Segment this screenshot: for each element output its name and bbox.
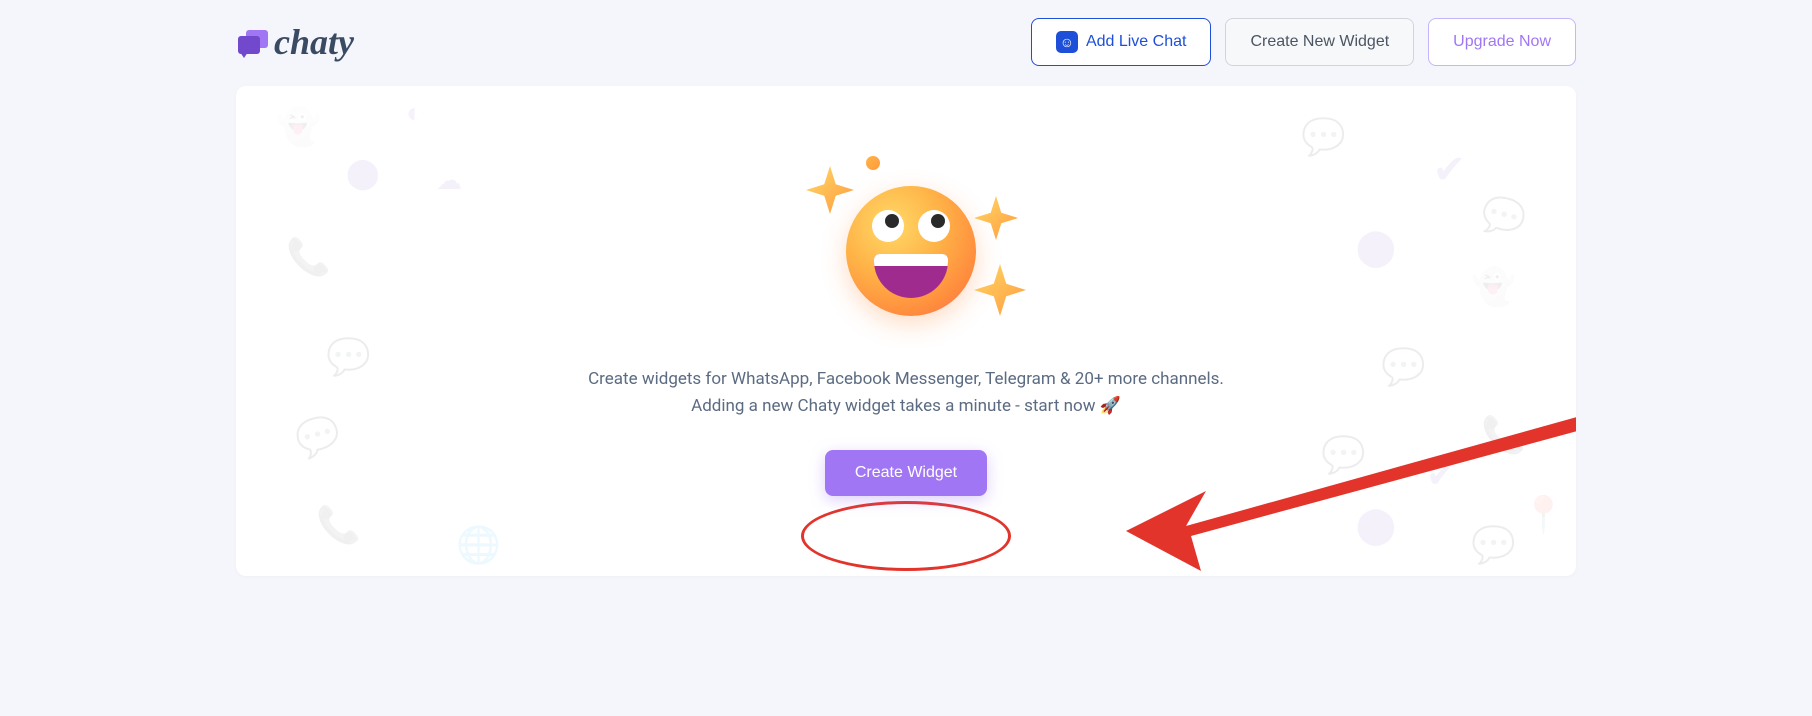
add-live-chat-button[interactable]: Add Live Chat [1031,18,1212,66]
header-buttons: Add Live Chat Create New Widget Upgrade … [1031,18,1576,66]
bg-icon: ◐ [406,96,423,129]
sparkle-icon [974,264,1026,316]
logo-text: chaty [274,21,354,63]
main-card: 👻 ◐ ⬤ ☁ 📞 💬 💬 📞 🌐 💬 ✔ 💬 ⬤ 👻 💬 📞 ✔ 💬 ⬤ 💬 … [236,86,1576,576]
bg-icon: 📍 [1521,494,1566,536]
dot-icon [866,156,880,170]
upgrade-now-button[interactable]: Upgrade Now [1428,18,1576,66]
upgrade-now-label: Upgrade Now [1453,33,1551,51]
logo[interactable]: chaty [236,21,354,63]
description-text: Create widgets for WhatsApp, Facebook Me… [586,366,1226,420]
bg-icon: 🌐 [456,524,501,566]
create-new-widget-button[interactable]: Create New Widget [1225,18,1414,66]
bg-icon: 👻 [276,106,321,148]
annotation-highlight-ellipse [801,501,1011,571]
bg-icon: 💬 [1471,524,1516,566]
bg-icon: ⬤ [1356,504,1396,546]
create-widget-button[interactable]: Create Widget [825,450,987,496]
logo-icon [236,28,268,56]
chat-icon [1056,31,1078,53]
header: chaty Add Live Chat Create New Widget Up… [236,18,1576,66]
emoji-illustration [786,146,1026,346]
smiley-face-icon [846,186,976,316]
sparkle-icon [974,196,1018,240]
bg-icon: 📞 [316,504,361,546]
create-new-widget-label: Create New Widget [1250,33,1389,51]
sparkle-icon [806,166,854,214]
add-live-chat-label: Add Live Chat [1086,33,1187,51]
